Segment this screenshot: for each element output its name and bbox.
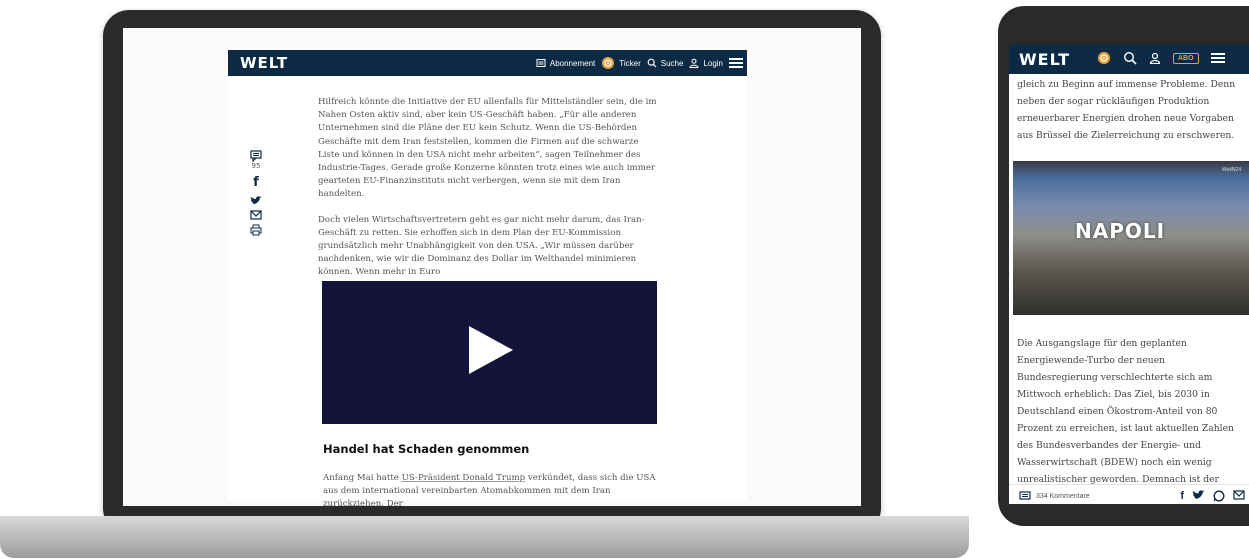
phone-share: f (1180, 490, 1245, 502)
nav-suche[interactable]: Suche (647, 58, 684, 68)
comment-count-label: 334 Kommentare (1036, 492, 1090, 500)
mail-icon[interactable] (250, 210, 262, 220)
trump-link[interactable]: US-Präsident Donald Trump (402, 473, 526, 483)
comment-icon (1019, 490, 1031, 500)
phone-tools: ABO (1097, 51, 1225, 65)
ticker-icon[interactable] (1097, 51, 1111, 65)
facebook-icon[interactable]: f (1180, 490, 1184, 502)
phone-comments[interactable]: 334 Kommentare (1019, 490, 1090, 502)
newspaper-icon (536, 59, 546, 67)
menu-icon[interactable] (1210, 53, 1225, 63)
welt-logo[interactable]: WELT (240, 54, 288, 72)
nav-suche-label: Suche (660, 58, 684, 68)
user-icon (689, 58, 699, 68)
abo-button[interactable]: ABO (1173, 52, 1199, 64)
article-paragraph: Doch vielen Wirtschaftsvertretern geht e… (318, 214, 645, 278)
section-heading: Handel hat Schaden genommen (323, 442, 530, 456)
facebook-icon[interactable]: f (253, 174, 259, 192)
nav-abonnement[interactable]: Abonnement (536, 58, 595, 68)
phone-header: WELT ABO (1009, 44, 1249, 74)
twitter-icon[interactable] (1192, 490, 1205, 501)
nav-ticker-label: Ticker (619, 58, 641, 68)
phone-paragraph: gleich zu Beginn auf immense Probleme. D… (1017, 79, 1236, 141)
nav-ticker[interactable]: Ticker (601, 56, 641, 70)
print-icon[interactable] (250, 224, 262, 236)
video-title: NAPOLI (1075, 219, 1166, 243)
laptop-base (0, 516, 969, 558)
play-icon[interactable] (469, 326, 513, 374)
video-player[interactable] (322, 281, 657, 424)
welt-logo[interactable]: WELT (1019, 50, 1070, 69)
nav-abonnement-label: Abonnement (549, 58, 596, 68)
whatsapp-icon[interactable] (1213, 490, 1225, 502)
phone-video[interactable]: WeltN24 NAPOLI (1013, 161, 1249, 315)
paragraph-text: Anfang Mai hatte (323, 473, 402, 483)
share-rail: 95 f (247, 150, 265, 236)
phone-footer: 334 Kommentare f (1009, 484, 1249, 504)
article-paragraph: Hilfreich könnte die Initiative der EU a… (318, 97, 657, 200)
comment-icon[interactable] (250, 150, 262, 162)
search-icon (647, 58, 657, 68)
twitter-icon[interactable] (250, 196, 262, 206)
laptop-nav: Abonnement Ticker Suche Login (536, 50, 743, 76)
comment-count: 95 (251, 162, 261, 170)
laptop-header: WELT Abonnement Ticker Suche Login (228, 50, 747, 76)
mail-icon[interactable] (1233, 490, 1245, 500)
nav-login-label: Login (703, 58, 723, 68)
article-body: Hilfreich könnte die Initiative der EU a… (318, 96, 658, 292)
nav-login[interactable]: Login (689, 58, 723, 68)
video-brand: WeltN24 (1221, 167, 1241, 173)
user-icon[interactable] (1149, 52, 1161, 64)
menu-icon[interactable] (729, 58, 743, 68)
phone-screen: WELT ABO gleich zu Beginn auf immense Pr… (1009, 44, 1249, 504)
phone-paragraph: Die Ausgangslage für den geplanten Energ… (1017, 338, 1234, 502)
article-paragraph: Anfang Mai hatte US-Präsident Donald Tru… (323, 472, 657, 512)
search-icon[interactable] (1123, 51, 1137, 65)
ticker-icon (602, 57, 615, 69)
